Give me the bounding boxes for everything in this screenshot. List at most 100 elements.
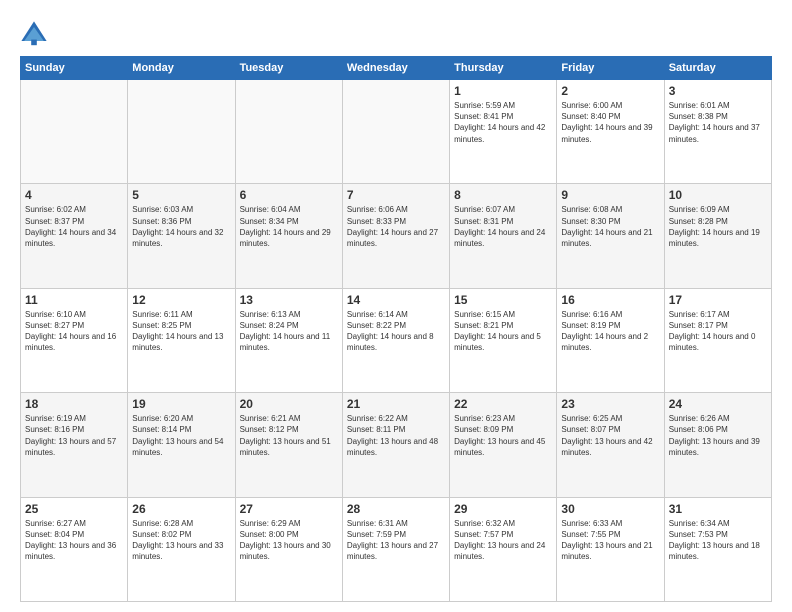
day-number: 17 [669,293,767,307]
day-info: Sunrise: 6:01 AMSunset: 8:38 PMDaylight:… [669,100,767,145]
day-info: Sunrise: 6:11 AMSunset: 8:25 PMDaylight:… [132,309,230,354]
day-cell: 23 Sunrise: 6:25 AMSunset: 8:07 PMDayligh… [557,393,664,497]
day-cell: 16Sunrise: 6:16 AMSunset: 8:19 PMDayligh… [557,288,664,392]
day-header-thursday: Thursday [450,57,557,80]
day-info: Sunrise: 5:59 AMSunset: 8:41 PMDaylight:… [454,100,552,145]
day-info: Sunrise: 6:17 AMSunset: 8:17 PMDaylight:… [669,309,767,354]
day-info: Sunrise: 6:34 AMSunset: 7:53 PMDaylight:… [669,518,767,563]
day-number: 12 [132,293,230,307]
day-number: 9 [561,188,659,202]
day-info: Sunrise: 6:15 AMSunset: 8:21 PMDaylight:… [454,309,552,354]
day-cell: 18Sunrise: 6:19 AMSunset: 8:16 PMDayligh… [21,393,128,497]
day-info: Sunrise: 6:31 AMSunset: 7:59 PMDaylight:… [347,518,445,563]
day-cell: 30 Sunrise: 6:33 AMSunset: 7:55 PMDayligh… [557,497,664,601]
week-row-2: 4 Sunrise: 6:02 AMSunset: 8:37 PMDaylight… [21,184,772,288]
day-info: Sunrise: 6:21 AMSunset: 8:12 PMDaylight:… [240,413,338,458]
day-number: 19 [132,397,230,411]
day-number: 22 [454,397,552,411]
day-number: 15 [454,293,552,307]
day-cell: 14 Sunrise: 6:14 AMSunset: 8:22 PMDayligh… [342,288,449,392]
day-info: Sunrise: 6:02 AMSunset: 8:37 PMDaylight:… [25,204,123,249]
week-row-4: 18Sunrise: 6:19 AMSunset: 8:16 PMDayligh… [21,393,772,497]
day-info: Sunrise: 6:32 AMSunset: 7:57 PMDaylight:… [454,518,552,563]
day-info: Sunrise: 6:26 AMSunset: 8:06 PMDaylight:… [669,413,767,458]
day-number: 4 [25,188,123,202]
day-header-friday: Friday [557,57,664,80]
day-number: 3 [669,84,767,98]
day-info: Sunrise: 6:08 AMSunset: 8:30 PMDaylight:… [561,204,659,249]
header [20,16,772,48]
day-header-saturday: Saturday [664,57,771,80]
day-cell: 3 Sunrise: 6:01 AMSunset: 8:38 PMDaylight… [664,80,771,184]
week-row-3: 11 Sunrise: 6:10 AMSunset: 8:27 PMDayligh… [21,288,772,392]
day-info: Sunrise: 6:14 AMSunset: 8:22 PMDaylight:… [347,309,445,354]
day-info: Sunrise: 6:13 AMSunset: 8:24 PMDaylight:… [240,309,338,354]
day-number: 8 [454,188,552,202]
day-cell: 27 Sunrise: 6:29 AMSunset: 8:00 PMDayligh… [235,497,342,601]
day-cell: 7 Sunrise: 6:06 AMSunset: 8:33 PMDaylight… [342,184,449,288]
page: SundayMondayTuesdayWednesdayThursdayFrid… [0,0,792,612]
day-number: 25 [25,502,123,516]
calendar: SundayMondayTuesdayWednesdayThursdayFrid… [20,56,772,602]
day-info: Sunrise: 6:25 AMSunset: 8:07 PMDaylight:… [561,413,659,458]
day-cell: 17 Sunrise: 6:17 AMSunset: 8:17 PMDayligh… [664,288,771,392]
week-row-1: 1 Sunrise: 5:59 AMSunset: 8:41 PMDaylight… [21,80,772,184]
day-header-tuesday: Tuesday [235,57,342,80]
day-number: 13 [240,293,338,307]
day-cell: 25 Sunrise: 6:27 AMSunset: 8:04 PMDayligh… [21,497,128,601]
day-number: 14 [347,293,445,307]
day-info: Sunrise: 6:20 AMSunset: 8:14 PMDaylight:… [132,413,230,458]
day-info: Sunrise: 6:10 AMSunset: 8:27 PMDaylight:… [25,309,123,354]
day-cell: 13 Sunrise: 6:13 AMSunset: 8:24 PMDayligh… [235,288,342,392]
day-info: Sunrise: 6:04 AMSunset: 8:34 PMDaylight:… [240,204,338,249]
calendar-table: SundayMondayTuesdayWednesdayThursdayFrid… [20,56,772,602]
day-cell: 9 Sunrise: 6:08 AMSunset: 8:30 PMDaylight… [557,184,664,288]
day-cell: 12 Sunrise: 6:11 AMSunset: 8:25 PMDayligh… [128,288,235,392]
day-number: 1 [454,84,552,98]
day-number: 23 [561,397,659,411]
day-cell: 4 Sunrise: 6:02 AMSunset: 8:37 PMDaylight… [21,184,128,288]
day-info: Sunrise: 6:09 AMSunset: 8:28 PMDaylight:… [669,204,767,249]
day-number: 6 [240,188,338,202]
day-cell: 28Sunrise: 6:31 AMSunset: 7:59 PMDayligh… [342,497,449,601]
day-header-wednesday: Wednesday [342,57,449,80]
day-info: Sunrise: 6:29 AMSunset: 8:00 PMDaylight:… [240,518,338,563]
day-number: 30 [561,502,659,516]
day-number: 16 [561,293,659,307]
day-cell: 2Sunrise: 6:00 AMSunset: 8:40 PMDaylight… [557,80,664,184]
day-cell: 21 Sunrise: 6:22 AMSunset: 8:11 PMDayligh… [342,393,449,497]
day-cell: 20Sunrise: 6:21 AMSunset: 8:12 PMDayligh… [235,393,342,497]
day-cell: 6 Sunrise: 6:04 AMSunset: 8:34 PMDaylight… [235,184,342,288]
day-info: Sunrise: 6:28 AMSunset: 8:02 PMDaylight:… [132,518,230,563]
day-info: Sunrise: 6:27 AMSunset: 8:04 PMDaylight:… [25,518,123,563]
day-cell: 10 Sunrise: 6:09 AMSunset: 8:28 PMDayligh… [664,184,771,288]
day-cell: 24Sunrise: 6:26 AMSunset: 8:06 PMDayligh… [664,393,771,497]
day-header-sunday: Sunday [21,57,128,80]
day-number: 21 [347,397,445,411]
day-header-monday: Monday [128,57,235,80]
day-info: Sunrise: 6:03 AMSunset: 8:36 PMDaylight:… [132,204,230,249]
day-number: 11 [25,293,123,307]
day-number: 10 [669,188,767,202]
logo-icon [20,20,48,48]
day-cell [21,80,128,184]
day-info: Sunrise: 6:07 AMSunset: 8:31 PMDaylight:… [454,204,552,249]
day-number: 5 [132,188,230,202]
day-cell: 15 Sunrise: 6:15 AMSunset: 8:21 PMDayligh… [450,288,557,392]
logo [20,20,52,48]
day-info: Sunrise: 6:33 AMSunset: 7:55 PMDaylight:… [561,518,659,563]
day-cell: 26Sunrise: 6:28 AMSunset: 8:02 PMDayligh… [128,497,235,601]
day-cell: 29Sunrise: 6:32 AMSunset: 7:57 PMDayligh… [450,497,557,601]
day-info: Sunrise: 6:23 AMSunset: 8:09 PMDaylight:… [454,413,552,458]
day-cell: 22 Sunrise: 6:23 AMSunset: 8:09 PMDayligh… [450,393,557,497]
day-number: 18 [25,397,123,411]
day-info: Sunrise: 6:06 AMSunset: 8:33 PMDaylight:… [347,204,445,249]
day-number: 27 [240,502,338,516]
day-number: 7 [347,188,445,202]
day-cell [235,80,342,184]
day-number: 2 [561,84,659,98]
day-cell: 5 Sunrise: 6:03 AMSunset: 8:36 PMDaylight… [128,184,235,288]
day-cell: 1 Sunrise: 5:59 AMSunset: 8:41 PMDaylight… [450,80,557,184]
calendar-header-row: SundayMondayTuesdayWednesdayThursdayFrid… [21,57,772,80]
day-info: Sunrise: 6:22 AMSunset: 8:11 PMDaylight:… [347,413,445,458]
